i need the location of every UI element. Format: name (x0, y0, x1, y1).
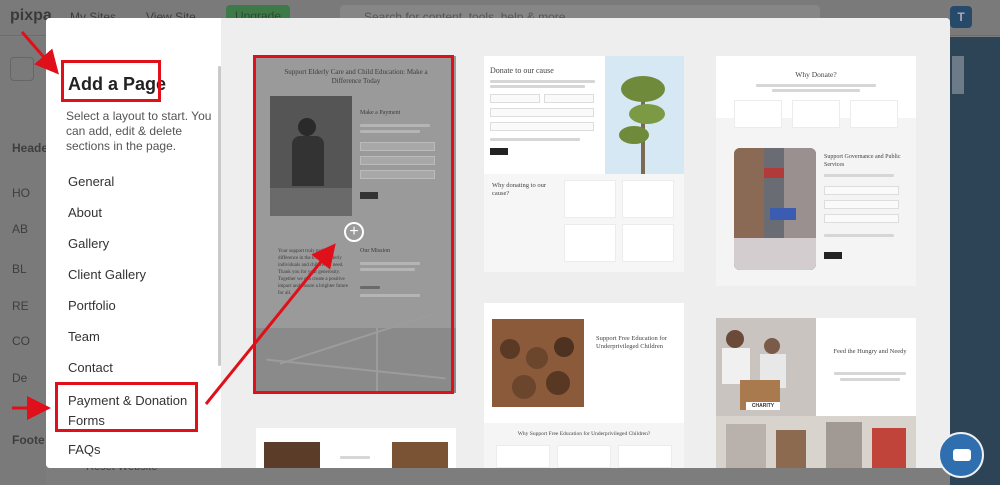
category-faqs[interactable]: FAQs (68, 442, 101, 457)
sidebar-item-about[interactable]: AB (12, 222, 28, 236)
children-photo (492, 319, 584, 407)
annotation-box-title (61, 60, 161, 102)
sidebar-item-contact[interactable]: CO (12, 334, 30, 348)
sidebar-item-header[interactable]: Heade (12, 141, 48, 155)
street-photo (734, 148, 816, 270)
template-title: Donate to our cause (490, 66, 554, 75)
food-drive-photo (716, 416, 916, 468)
template-feed-the-hungry[interactable]: CHARITY Feed the Hungry and Needy (716, 318, 916, 468)
template-free-education[interactable]: Support Free Education for Underprivileg… (484, 303, 684, 468)
why-donating-title: Why donating to our cause? (492, 182, 546, 198)
category-client-gallery[interactable]: Client Gallery (68, 267, 146, 282)
modal-description: Select a layout to start. You can add, e… (66, 109, 212, 153)
annotation-box-template (253, 55, 454, 394)
template-subtitle: Why Support Free Education for Underpriv… (517, 431, 651, 437)
app-sidebar: Heade HO AB BL RE CO De Foote (0, 37, 48, 485)
category-contact[interactable]: Contact (68, 360, 113, 375)
avatar[interactable]: T (950, 6, 972, 28)
template-why-donate[interactable]: Why Donate? Support Governance and Publi… (716, 56, 916, 286)
charity-banner: CHARITY (746, 402, 780, 410)
annotation-box-category (55, 382, 198, 432)
sidebar-item-home[interactable]: HO (12, 186, 30, 200)
category-about[interactable]: About (68, 205, 102, 220)
category-general[interactable]: General (68, 174, 114, 189)
category-gallery[interactable]: Gallery (68, 236, 109, 251)
template-title: Feed the Hungry and Needy (833, 348, 907, 355)
tree-photo (605, 56, 684, 174)
back-button[interactable] (10, 57, 34, 81)
sidebar-item-de[interactable]: De (12, 371, 27, 385)
sidebar-item-blog[interactable]: BL (12, 262, 27, 276)
preview-card (952, 56, 964, 94)
category-team[interactable]: Team (68, 329, 100, 344)
sidebar-item-footer[interactable]: Foote (12, 433, 45, 447)
sidebar-item-re[interactable]: RE (12, 299, 29, 313)
template-donate-to-cause[interactable]: Donate to our cause Why donating to our … (484, 56, 684, 272)
chat-support-button[interactable] (938, 432, 984, 478)
template-partial[interactable] (256, 428, 456, 468)
category-portfolio[interactable]: Portfolio (68, 298, 116, 313)
volunteers-photo: CHARITY (716, 318, 816, 416)
template-title: Support Free Education for Underprivileg… (596, 335, 667, 351)
template-title: Why Donate? (795, 70, 837, 79)
support-governance-title: Support Governance and Public Services (824, 154, 901, 168)
app-preview-panel (950, 37, 1000, 485)
